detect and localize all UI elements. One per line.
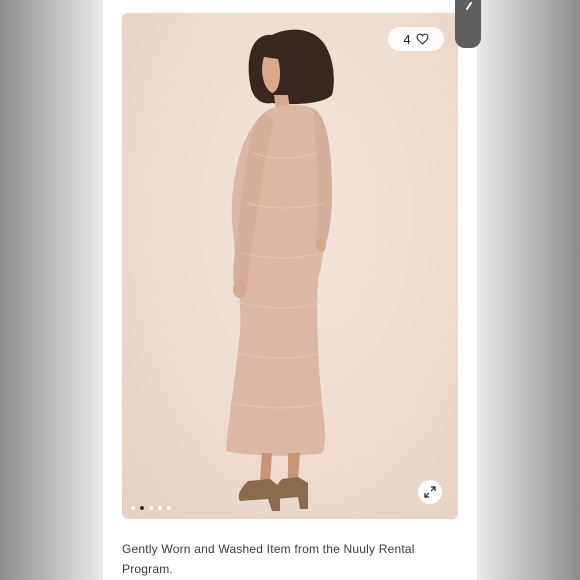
like-count: 4: [403, 31, 411, 47]
carousel-indicator: [131, 506, 171, 510]
back-button[interactable]: [455, 0, 481, 48]
carousel-dot-active[interactable]: [140, 506, 144, 510]
carousel-dot[interactable]: [158, 506, 162, 510]
carousel-dot[interactable]: [167, 506, 171, 510]
item-description: Gently Worn and Washed Item from the Nuu…: [122, 542, 415, 576]
like-button[interactable]: 4: [388, 27, 444, 51]
carousel-dot[interactable]: [149, 506, 153, 510]
chevron-left-icon: [466, 2, 472, 10]
model-in-dress-image: [226, 29, 334, 511]
expand-photo-button[interactable]: [418, 480, 442, 504]
carousel-dot[interactable]: [131, 506, 135, 510]
product-photo[interactable]: 4: [122, 13, 458, 519]
heart-icon: [416, 33, 429, 45]
listing-card: 4 Gently Worn and Washed Item from the N…: [103, 0, 477, 580]
expand-arrows-icon: [424, 486, 436, 498]
